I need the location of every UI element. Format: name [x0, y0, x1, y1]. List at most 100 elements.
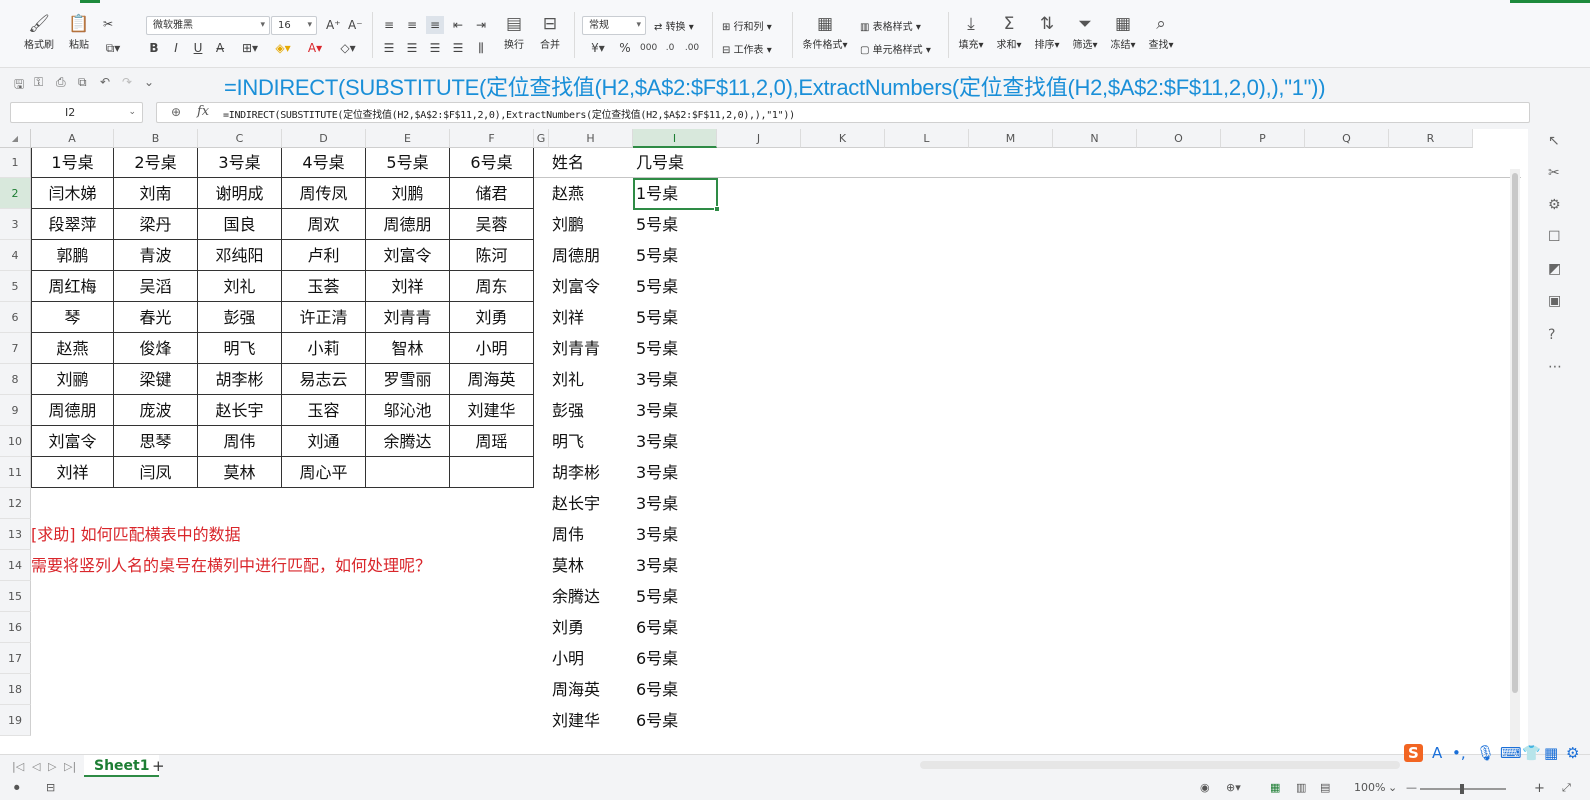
conditional-format-button[interactable]: ▦ 条件格式▾	[800, 14, 850, 51]
align-center-icon[interactable]: ☰	[405, 41, 419, 55]
lookup-table-cell[interactable]: 6号桌	[633, 612, 717, 643]
zoom-out-icon[interactable]: —	[1406, 781, 1417, 794]
increase-font-icon[interactable]: A⁺	[326, 18, 341, 32]
font-color-icon[interactable]: A▾	[304, 41, 326, 55]
table-cell[interactable]: 俊烽	[114, 333, 198, 364]
row-header-12[interactable]: 12	[0, 488, 31, 519]
table-header-cell[interactable]: 5号桌	[366, 148, 450, 178]
decrease-decimal-icon[interactable]: .00	[684, 41, 700, 55]
table-header-cell[interactable]: 6号桌	[450, 148, 534, 178]
lookup-name-cell[interactable]: 彭强	[549, 395, 633, 426]
doc-icon[interactable]: ⊟	[46, 781, 55, 794]
spreadsheet-grid[interactable]: ◢ ABCDEFGHIJKLMNOPQR 1 2 3 4 5 6 7 8 9 10 11 12 13 14…	[0, 129, 1528, 754]
percent-icon[interactable]: %	[618, 41, 632, 55]
table-cell[interactable]: 刘鹏	[366, 178, 450, 209]
lookup-table-cell[interactable]: 5号桌	[633, 302, 717, 333]
row-header-16[interactable]: 16	[0, 612, 31, 643]
table-cell[interactable]: 罗雪丽	[366, 364, 450, 395]
book-icon[interactable]: ▣	[1548, 293, 1561, 309]
paste-button[interactable]: 📋 粘贴	[62, 14, 96, 51]
lookup-name-cell[interactable]: 刘祥	[549, 302, 633, 333]
table-cell[interactable]: 莫林	[198, 457, 282, 488]
column-header-J[interactable]: J	[717, 129, 801, 148]
save-icon[interactable]: 🖫	[14, 75, 24, 96]
column-header-G[interactable]: G	[534, 129, 549, 148]
fill-color-icon[interactable]: ◈▾	[272, 41, 294, 55]
more-icon[interactable]: ⋯	[1548, 359, 1562, 375]
table-cell[interactable]: 易志云	[282, 364, 366, 395]
last-sheet-icon[interactable]: ▷|	[64, 760, 76, 773]
align-right-icon[interactable]: ☰	[428, 41, 442, 55]
lookup-name-cell[interactable]: 明飞	[549, 426, 633, 457]
table-cell[interactable]: 吴滔	[114, 271, 198, 302]
lookup-name-cell[interactable]: 刘礼	[549, 364, 633, 395]
table-cell[interactable]: 周红梅	[31, 271, 114, 302]
tools-icon[interactable]: ✂	[1548, 165, 1560, 181]
italic-icon[interactable]: I	[170, 41, 182, 55]
table-cell[interactable]: 梁键	[114, 364, 198, 395]
selected-cell-I2[interactable]	[633, 178, 720, 212]
zoom-lookup-icon[interactable]: ⊕	[171, 105, 181, 119]
table-cell[interactable]: 小明	[450, 333, 534, 364]
lookup-name-cell[interactable]: 刘青青	[549, 333, 633, 364]
column-header-I[interactable]: I	[633, 129, 717, 148]
merge-button[interactable]: ⊟ 合并	[532, 14, 568, 51]
column-header-F[interactable]: F	[450, 129, 534, 148]
row-header-15[interactable]: 15	[0, 581, 31, 612]
table-header-cell[interactable]: 1号桌	[31, 148, 114, 178]
column-header-L[interactable]: L	[885, 129, 969, 148]
lookup-name-cell[interactable]: 周德朋	[549, 240, 633, 271]
settings-sliders-icon[interactable]: ⚙	[1548, 197, 1561, 213]
column-header-K[interactable]: K	[801, 129, 885, 148]
sort-button[interactable]: ⇅ 排序▾	[1032, 14, 1062, 51]
add-sheet-icon[interactable]: +	[152, 757, 165, 775]
gear-icon[interactable]: ⚙	[1566, 744, 1579, 762]
column-header-R[interactable]: R	[1389, 129, 1473, 148]
table-cell[interactable]: 周东	[450, 271, 534, 302]
font-size-select[interactable]: 16 ▾	[271, 16, 317, 35]
row-header-6[interactable]: 6	[0, 302, 31, 333]
table-cell[interactable]: 周德朋	[366, 209, 450, 240]
next-sheet-icon[interactable]: ▷	[48, 760, 56, 773]
note-line1[interactable]: [求助] 如何匹配横表中的数据	[31, 519, 531, 550]
column-header-H[interactable]: H	[549, 129, 633, 148]
table-cell[interactable]: 周德朋	[31, 395, 114, 426]
increase-decimal-icon[interactable]: .0	[662, 41, 678, 55]
table-cell[interactable]: 刘建华	[450, 395, 534, 426]
fx-icon[interactable]: fx	[197, 104, 209, 119]
print-icon[interactable]: ⎙	[56, 75, 66, 90]
table-cell[interactable]: 周海英	[450, 364, 534, 395]
fill-handle[interactable]	[714, 206, 720, 212]
key-icon[interactable]: ⚿	[34, 75, 43, 90]
sheet-tab-sheet1[interactable]: Sheet1	[84, 755, 160, 777]
table-cell[interactable]: 段翠萍	[31, 209, 114, 240]
column-header-M[interactable]: M	[969, 129, 1053, 148]
indent-increase-icon[interactable]: ⇥	[474, 18, 488, 32]
copy-icon[interactable]: ⧉▾	[100, 41, 126, 55]
lookup-table-cell[interactable]: 3号桌	[633, 519, 717, 550]
table-style-button[interactable]: ▥ 表格样式 ▾	[860, 18, 921, 33]
table-cell[interactable]: 刘富令	[31, 426, 114, 457]
table-cell[interactable]: 周传凤	[282, 178, 366, 209]
currency-icon[interactable]: ¥▾	[586, 41, 610, 55]
page-layout-icon[interactable]: ▥	[1296, 781, 1306, 794]
lookup-table-cell[interactable]: 6号桌	[633, 674, 717, 705]
cut-icon[interactable]: ✂	[100, 17, 116, 31]
row-header-14[interactable]: 14	[0, 550, 31, 581]
column-header-B[interactable]: B	[114, 129, 198, 148]
sogou-icon[interactable]: S	[1404, 744, 1423, 762]
format-painter-button[interactable]: 🖌 格式刷	[22, 14, 56, 51]
row-header-8[interactable]: 8	[0, 364, 31, 395]
column-header-C[interactable]: C	[198, 129, 282, 148]
align-top-icon[interactable]: ≡	[382, 18, 396, 32]
table-cell[interactable]: 周欢	[282, 209, 366, 240]
justify-icon[interactable]: ☰	[451, 41, 465, 55]
lookup-table-cell[interactable]: 3号桌	[633, 488, 717, 519]
cell-style-button[interactable]: ▢ 单元格样式 ▾	[860, 41, 931, 56]
lookup-header-table[interactable]: 几号桌	[633, 148, 717, 178]
table-cell[interactable]: 刘礼	[198, 271, 282, 302]
table-cell[interactable]: 刘南	[114, 178, 198, 209]
macro-icon[interactable]: ⏺	[14, 781, 20, 795]
table-cell[interactable]: 明飞	[198, 333, 282, 364]
first-sheet-icon[interactable]: |◁	[12, 760, 24, 773]
